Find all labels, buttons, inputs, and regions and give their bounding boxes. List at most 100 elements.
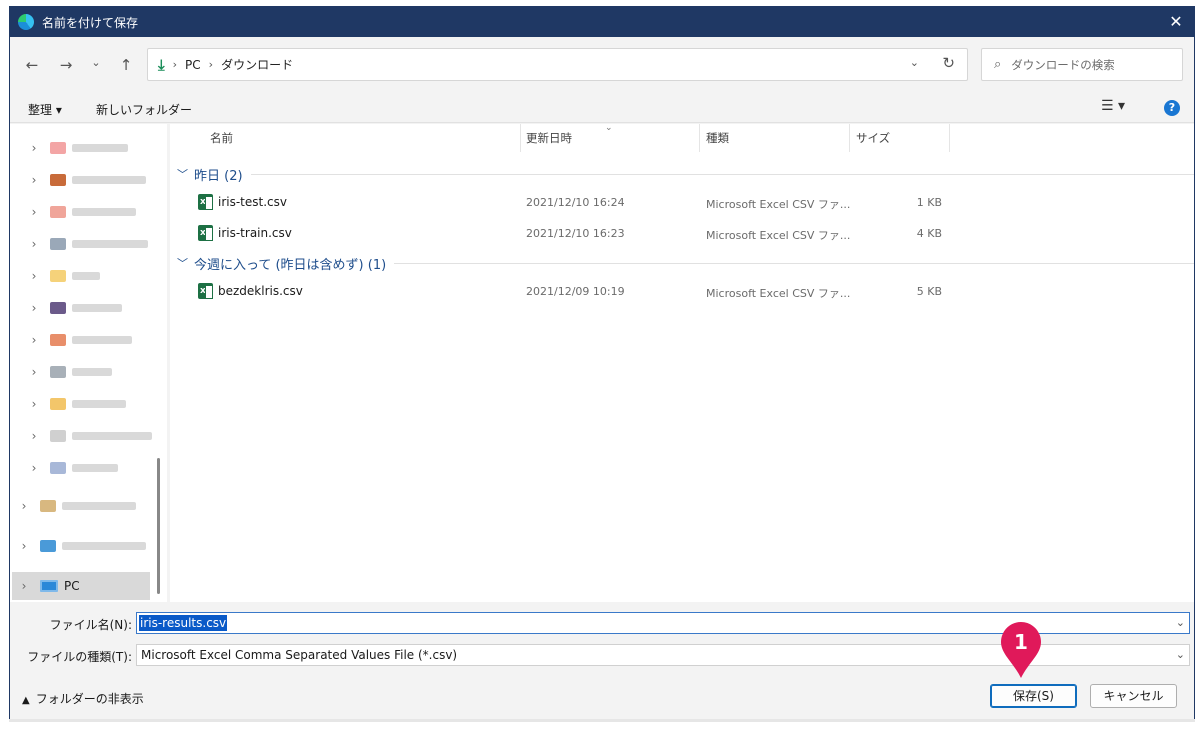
expand-chevron-icon[interactable]: › — [28, 365, 40, 379]
sidebar-item[interactable]: › — [18, 492, 168, 520]
sidebar-item-label — [62, 542, 146, 550]
expand-chevron-icon[interactable]: › — [28, 205, 40, 219]
folder-icon — [50, 206, 66, 218]
sidebar-item-pc[interactable]: › PC — [12, 572, 150, 600]
file-list: 名前 ⌄ 更新日時 種類 サイズ ﹀ 昨日 (2) x iris-test.cs… — [170, 123, 1194, 602]
sidebar-item[interactable]: › — [28, 166, 178, 194]
view-options-icon[interactable]: ☰ ▾ — [1101, 98, 1125, 114]
file-type: Microsoft Excel CSV ファ... — [706, 229, 851, 242]
group-header-this-week[interactable]: ﹀ 今週に入って (昨日は含めず) (1) — [170, 253, 1194, 273]
expand-chevron-icon[interactable]: › — [28, 333, 40, 347]
breadcrumb-separator-icon: › — [172, 58, 178, 71]
column-header-date[interactable]: 更新日時 — [526, 130, 572, 146]
sidebar-scrollbar[interactable] — [157, 458, 160, 594]
file-name[interactable]: iris-test.csv — [218, 195, 287, 209]
expand-chevron-icon[interactable]: › — [28, 429, 40, 443]
sidebar-item[interactable]: › — [28, 454, 178, 482]
column-header-size[interactable]: サイズ — [856, 130, 890, 146]
filetype-value: Microsoft Excel Comma Separated Values F… — [141, 648, 458, 662]
search-box[interactable]: ⌕ ダウンロードの検索 — [981, 48, 1183, 81]
expand-chevron-icon[interactable]: › — [28, 237, 40, 251]
address-bar[interactable]: ⤓ › PC › ダウンロード ⌄ ↻ — [147, 48, 968, 81]
file-name[interactable]: iris-train.csv — [218, 226, 292, 240]
expand-chevron-icon[interactable]: › — [28, 461, 40, 475]
search-placeholder[interactable]: ダウンロードの検索 — [1011, 57, 1115, 73]
back-arrow-icon[interactable]: ← — [22, 55, 42, 75]
dialog-shadow — [9, 719, 1195, 722]
expand-chevron-icon[interactable]: › — [18, 499, 30, 513]
sidebar-item-label — [72, 464, 118, 472]
column-divider[interactable] — [699, 124, 700, 152]
file-row[interactable]: x iris-train.csv 2021/12/10 16:23 Micros… — [170, 219, 1194, 247]
recent-locations-chevron-icon[interactable]: ⌄ — [86, 53, 106, 73]
group-label: 昨日 (2) — [194, 168, 243, 184]
hide-folders-toggle[interactable]: ▲ フォルダーの非表示 — [22, 690, 144, 707]
expand-chevron-icon[interactable]: › — [28, 301, 40, 315]
file-row[interactable]: x bezdeklris.csv 2021/12/09 10:19 Micros… — [170, 277, 1194, 305]
folder-icon — [50, 430, 66, 442]
group-label: 今週に入って (昨日は含めず) (1) — [194, 257, 387, 273]
folder-icon — [50, 142, 66, 154]
filename-dropdown-icon[interactable]: ⌄ — [1176, 616, 1185, 629]
folder-icon — [50, 238, 66, 250]
refresh-icon[interactable]: ↻ — [942, 54, 955, 72]
sidebar-item-label — [72, 400, 126, 408]
file-size: 5 KB — [916, 285, 942, 298]
close-icon[interactable]: ✕ — [1166, 12, 1186, 32]
step-marker: 1 — [999, 620, 1043, 678]
filename-value[interactable]: iris-results.csv — [139, 615, 228, 631]
group-header-yesterday[interactable]: ﹀ 昨日 (2) — [170, 164, 1194, 184]
dialog-title: 名前を付けて保存 — [42, 15, 139, 30]
sidebar-item-label — [72, 336, 132, 344]
sidebar-item-label: PC — [64, 579, 80, 593]
cancel-button[interactable]: キャンセル — [1090, 684, 1177, 708]
download-icon: ⤓ — [158, 55, 165, 74]
column-header-name[interactable]: 名前 — [210, 130, 233, 146]
organize-menu-button[interactable]: 整理 ▾ — [28, 101, 62, 118]
column-header-type[interactable]: 種類 — [706, 130, 729, 146]
sidebar-item[interactable]: › — [28, 358, 178, 386]
file-type: Microsoft Excel CSV ファ... — [706, 198, 851, 211]
up-arrow-icon[interactable]: ↑ — [116, 55, 136, 75]
column-divider[interactable] — [520, 124, 521, 152]
breadcrumb-downloads[interactable]: ダウンロード — [221, 56, 293, 73]
file-name[interactable]: bezdeklris.csv — [218, 284, 303, 298]
address-dropdown-icon[interactable]: ⌄ — [910, 56, 919, 69]
sidebar-item[interactable]: › — [18, 532, 168, 560]
column-headers: 名前 ⌄ 更新日時 種類 サイズ — [170, 123, 1194, 152]
sidebar-item-label — [72, 208, 136, 216]
sidebar-item[interactable]: › — [28, 198, 178, 226]
sidebar-item[interactable]: › — [28, 422, 178, 450]
file-size: 4 KB — [916, 227, 942, 240]
save-button[interactable]: 保存(S) — [990, 684, 1077, 708]
column-divider[interactable] — [849, 124, 850, 152]
expand-chevron-icon[interactable]: › — [28, 397, 40, 411]
new-folder-button[interactable]: 新しいフォルダー — [96, 101, 192, 118]
sidebar-item[interactable]: › — [28, 294, 178, 322]
marker-number: 1 — [1014, 630, 1028, 654]
expand-chevron-icon[interactable]: › — [28, 141, 40, 155]
folder-icon — [50, 334, 66, 346]
sidebar-item[interactable]: › — [28, 230, 178, 258]
column-divider[interactable] — [949, 124, 950, 152]
breadcrumb-separator-icon: › — [208, 58, 214, 71]
help-icon[interactable]: ? — [1164, 100, 1180, 116]
excel-csv-file-icon: x — [198, 194, 213, 210]
sidebar-item[interactable]: › — [28, 326, 178, 354]
collapse-chevron-icon[interactable]: ﹀ — [177, 255, 188, 271]
filetype-dropdown-icon[interactable]: ⌄ — [1176, 648, 1185, 661]
expand-chevron-icon[interactable]: › — [28, 173, 40, 187]
sidebar-item[interactable]: › — [28, 134, 178, 162]
forward-arrow-icon[interactable]: → — [56, 55, 76, 75]
sidebar-item[interactable]: › — [28, 390, 178, 418]
file-row[interactable]: x iris-test.csv 2021/12/10 16:24 Microso… — [170, 188, 1194, 216]
collapse-chevron-icon[interactable]: ﹀ — [177, 166, 188, 182]
expand-chevron-icon[interactable]: › — [18, 539, 30, 553]
sidebar-item[interactable]: › — [28, 262, 178, 290]
computer-icon — [40, 580, 58, 592]
sidebar-item-label — [72, 240, 148, 248]
file-date: 2021/12/09 10:19 — [526, 285, 625, 298]
breadcrumb-pc[interactable]: PC — [185, 58, 201, 72]
expand-chevron-icon[interactable]: › — [18, 579, 30, 593]
expand-chevron-icon[interactable]: › — [28, 269, 40, 283]
